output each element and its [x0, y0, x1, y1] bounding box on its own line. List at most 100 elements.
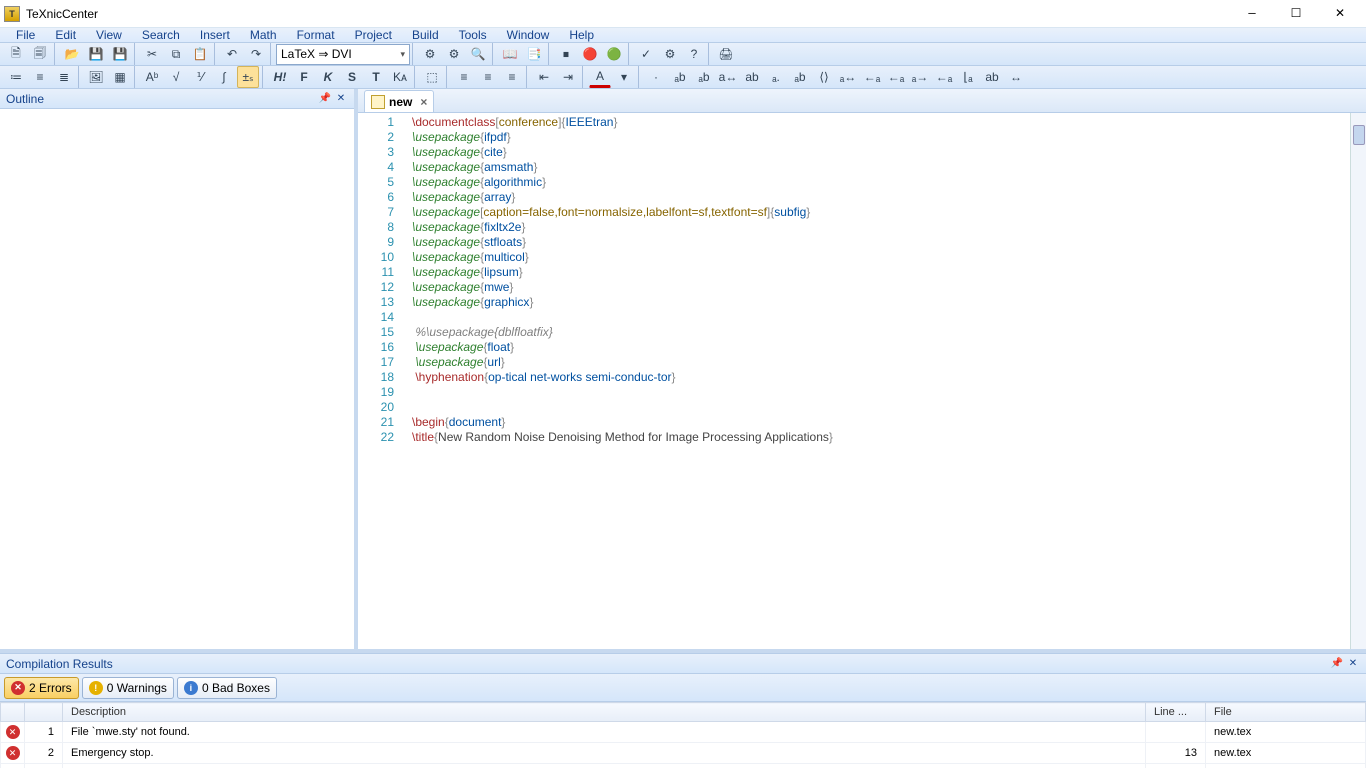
results-title: Compilation Results — [6, 657, 113, 671]
build-icon[interactable]: ⚙ — [419, 43, 441, 65]
menu-search[interactable]: Search — [132, 28, 190, 42]
math-g-icon[interactable]: ₐb — [789, 66, 811, 88]
bold-icon[interactable]: F — [293, 66, 315, 88]
math-b-icon[interactable]: ₐb — [669, 66, 691, 88]
outline-close-icon[interactable]: ✕ — [334, 92, 348, 106]
new-doc-icon[interactable]: 🗎 — [5, 43, 27, 65]
table-icon[interactable]: ▦ — [109, 66, 131, 88]
menu-insert[interactable]: Insert — [190, 28, 240, 42]
color-drop-icon[interactable]: ▾ — [613, 66, 635, 88]
open-icon[interactable]: 📂 — [61, 43, 83, 65]
menu-project[interactable]: Project — [345, 28, 402, 42]
spell-icon[interactable]: ✓ — [635, 43, 657, 65]
math-a-icon[interactable]: · — [645, 66, 667, 88]
sum-icon[interactable]: ±ₛ — [237, 66, 259, 88]
math-k-icon[interactable]: ←ₐ — [885, 66, 907, 88]
results-header: Compilation Results 📌 ✕ — [0, 654, 1366, 674]
math-h-icon[interactable]: ⟨⟩ — [813, 66, 835, 88]
math-j-icon[interactable]: ←ₐ — [861, 66, 883, 88]
stop-icon[interactable]: ⏹ — [555, 43, 577, 65]
redo-icon[interactable]: ↷ — [245, 43, 267, 65]
minimize-button[interactable]: ─ — [1230, 0, 1274, 28]
math-d-icon[interactable]: a↔ — [717, 66, 739, 88]
prev-error-icon[interactable]: 🟢 — [603, 43, 625, 65]
save-all-icon[interactable]: 💾 — [109, 43, 131, 65]
tab-label: new — [389, 95, 412, 109]
output-profile-combo[interactable]: LaTeX ⇒ DVI▾ — [276, 44, 410, 65]
menu-build[interactable]: Build — [402, 28, 449, 42]
settings-icon[interactable]: ⚙ — [659, 43, 681, 65]
results-close-icon[interactable]: ✕ — [1346, 657, 1360, 671]
errors-filter-button[interactable]: ✕2 Errors — [4, 677, 79, 699]
warnings-filter-button[interactable]: !0 Warnings — [82, 677, 174, 699]
document-icon — [371, 95, 385, 109]
new-project-icon[interactable]: 🗐 — [29, 43, 51, 65]
slanted-icon[interactable]: S — [341, 66, 363, 88]
copy-icon[interactable]: ⧉ — [165, 43, 187, 65]
menu-view[interactable]: View — [86, 28, 132, 42]
integral-icon[interactable]: ∫ — [213, 66, 235, 88]
menu-math[interactable]: Math — [240, 28, 287, 42]
maximize-button[interactable]: ☐ — [1274, 0, 1318, 28]
undo-icon[interactable]: ↶ — [221, 43, 243, 65]
tt-icon[interactable]: T — [365, 66, 387, 88]
paste-icon[interactable]: 📋 — [189, 43, 211, 65]
text-color-icon[interactable]: A — [589, 66, 611, 88]
env-icon[interactable]: ⬚ — [421, 66, 443, 88]
menu-tools[interactable]: Tools — [449, 28, 497, 42]
frac-icon[interactable]: ⅟ — [189, 66, 211, 88]
math-e-icon[interactable]: ab — [741, 66, 763, 88]
bibtex-icon[interactable]: 📖 — [499, 43, 521, 65]
desc-list-icon[interactable]: ≣ — [53, 66, 75, 88]
math-m-icon[interactable]: ←ₐ — [933, 66, 955, 88]
result-row[interactable]: ✕1File `mwe.sty' not found.new.tex — [1, 722, 1366, 743]
math-o-icon[interactable]: ab — [981, 66, 1003, 88]
indent-icon[interactable]: ⇥ — [557, 66, 579, 88]
menu-format[interactable]: Format — [287, 28, 345, 42]
tab-new[interactable]: new × — [364, 90, 434, 112]
results-pin-icon[interactable]: 📌 — [1330, 657, 1344, 671]
align-left-icon[interactable]: ≡ — [453, 66, 475, 88]
result-row[interactable]: ✕2Emergency stop.13new.tex — [1, 743, 1366, 764]
view-output-icon[interactable]: 🔍 — [467, 43, 489, 65]
next-error-icon[interactable]: 🔴 — [579, 43, 601, 65]
boxes-filter-button[interactable]: i0 Bad Boxes — [177, 677, 277, 699]
save-icon[interactable]: 💾 — [85, 43, 107, 65]
math-l-icon[interactable]: ₐ→ — [909, 66, 931, 88]
menu-window[interactable]: Window — [497, 28, 560, 42]
math-c-icon[interactable]: ₐb — [693, 66, 715, 88]
sqrt-icon[interactable]: √ — [165, 66, 187, 88]
build-view-icon[interactable]: ⚙ — [443, 43, 465, 65]
outline-pin-icon[interactable]: 📌 — [318, 92, 332, 106]
results-table[interactable]: DescriptionLine ...File ✕1File `mwe.sty'… — [0, 702, 1366, 768]
figure-icon[interactable]: 🖼 — [85, 66, 107, 88]
results-panel: Compilation Results 📌 ✕ ✕2 Errors !0 War… — [0, 653, 1366, 768]
print-icon[interactable]: 🖨 — [715, 43, 737, 65]
editor-scrollbar[interactable] — [1350, 113, 1366, 649]
math-n-icon[interactable]: ⌊ₐ — [957, 66, 979, 88]
math-p-icon[interactable]: ↔ — [1005, 66, 1027, 88]
outdent-icon[interactable]: ⇤ — [533, 66, 555, 88]
close-button[interactable]: ✕ — [1318, 0, 1362, 28]
math-f-icon[interactable]: ₐ. — [765, 66, 787, 88]
number-list-icon[interactable]: ≡ — [29, 66, 51, 88]
heading-icon[interactable]: H! — [269, 66, 291, 88]
menu-help[interactable]: Help — [559, 28, 604, 42]
superscript-icon[interactable]: Aᵇ — [141, 66, 163, 88]
bullet-list-icon[interactable]: ≔ — [5, 66, 27, 88]
window-title: TeXnicCenter — [26, 7, 1230, 21]
code-editor[interactable]: 12345678910111213141516171819202122 \doc… — [358, 113, 1366, 649]
tab-close-icon[interactable]: × — [420, 95, 427, 109]
align-center-icon[interactable]: ≡ — [477, 66, 499, 88]
menu-edit[interactable]: Edit — [45, 28, 86, 42]
makeindex-icon[interactable]: 📑 — [523, 43, 545, 65]
math-i-icon[interactable]: ₐ↔ — [837, 66, 859, 88]
italic-icon[interactable]: K — [317, 66, 339, 88]
toolbar-1: 🗎 🗐 📂 💾 💾 ✂ ⧉ 📋 ↶ ↷ LaTeX ⇒ DVI▾ ⚙ ⚙ 🔍 📖… — [0, 43, 1366, 66]
code-area[interactable]: \documentclass[conference]{IEEEtran} \us… — [402, 113, 1366, 649]
cut-icon[interactable]: ✂ — [141, 43, 163, 65]
menu-file[interactable]: File — [6, 28, 45, 42]
align-right-icon[interactable]: ≡ — [501, 66, 523, 88]
help-icon[interactable]: ? — [683, 43, 705, 65]
smallcaps-icon[interactable]: Kᴀ — [389, 66, 411, 88]
